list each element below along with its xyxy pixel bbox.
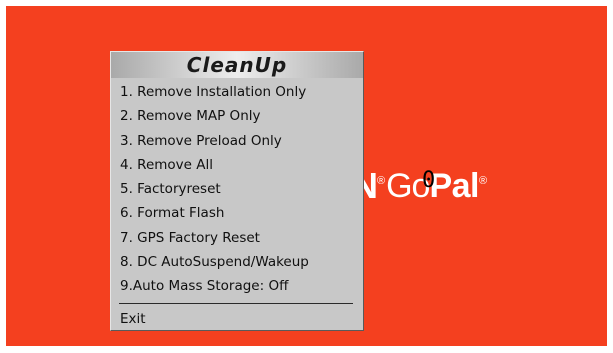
menu-divider xyxy=(119,303,353,304)
registered-mark: ® xyxy=(377,175,386,187)
menu-item-remove-installation[interactable]: 1. Remove Installation Only xyxy=(120,80,356,104)
registered-mark-2: ® xyxy=(479,175,488,187)
menu-title: CleanUp xyxy=(186,53,288,77)
menu-item-gps-factory-reset[interactable]: 7. GPS Factory Reset xyxy=(120,226,356,250)
menu-item-remove-preload[interactable]: 3. Remove Preload Only xyxy=(120,129,356,153)
menu-item-factoryreset[interactable]: 5. Factoryreset xyxy=(120,177,356,201)
menu-item-auto-mass-storage[interactable]: 9.Auto Mass Storage: Off xyxy=(120,274,356,298)
menu-item-format-flash[interactable]: 6. Format Flash xyxy=(120,201,356,225)
menu-item-list: 1. Remove Installation Only 2. Remove MA… xyxy=(120,80,356,299)
brand-pal: Pal xyxy=(429,167,480,205)
overlay-character: 0 xyxy=(422,168,436,193)
menu-item-remove-map[interactable]: 2. Remove MAP Only xyxy=(120,104,356,128)
menu-header: CleanUp xyxy=(111,52,363,78)
cleanup-menu: CleanUp 1. Remove Installation Only 2. R… xyxy=(110,51,364,331)
menu-item-dc-autosuspend[interactable]: 8. DC AutoSuspend/Wakeup xyxy=(120,250,356,274)
menu-item-exit[interactable]: Exit xyxy=(120,308,146,330)
device-screen: N ® Go Pal ® CleanUp 1. Remove Installat… xyxy=(6,6,607,346)
menu-item-remove-all[interactable]: 4. Remove All xyxy=(120,153,356,177)
gopal-logo: N ® Go Pal ® xyxy=(352,166,488,206)
